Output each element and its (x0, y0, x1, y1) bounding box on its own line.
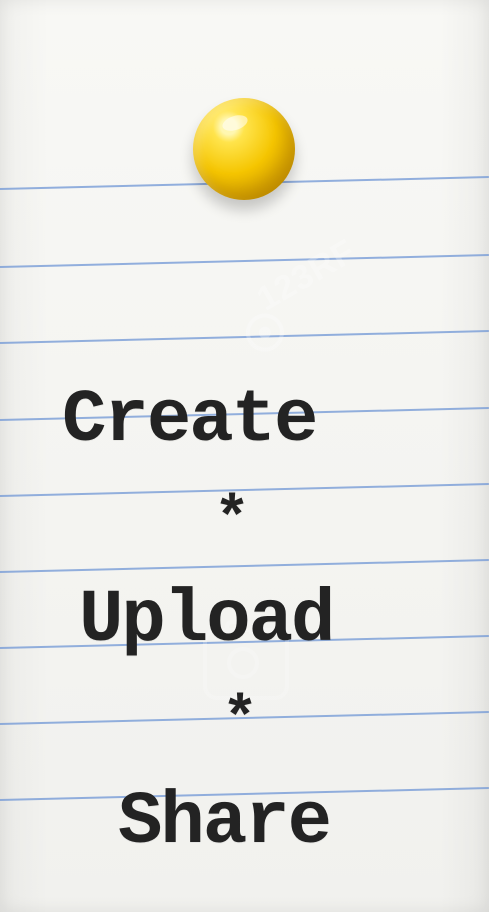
photo-scene: 123RF Create * Upload * Share (0, 0, 489, 912)
note-line-separator-2: * (222, 687, 259, 755)
note-line-upload: Upload (79, 579, 335, 663)
notepaper: 123RF Create * Upload * Share (0, 0, 489, 912)
watermark-text: 123RF (250, 232, 363, 319)
note-line-create: Create (62, 379, 318, 463)
note-line-separator-1: * (214, 487, 251, 555)
watermark-ring-icon (238, 306, 291, 359)
ruled-line (0, 559, 489, 573)
watermark-logo-icon: 123RF (210, 204, 388, 367)
note-line-share: Share (118, 781, 332, 865)
push-pin-icon (193, 98, 295, 200)
